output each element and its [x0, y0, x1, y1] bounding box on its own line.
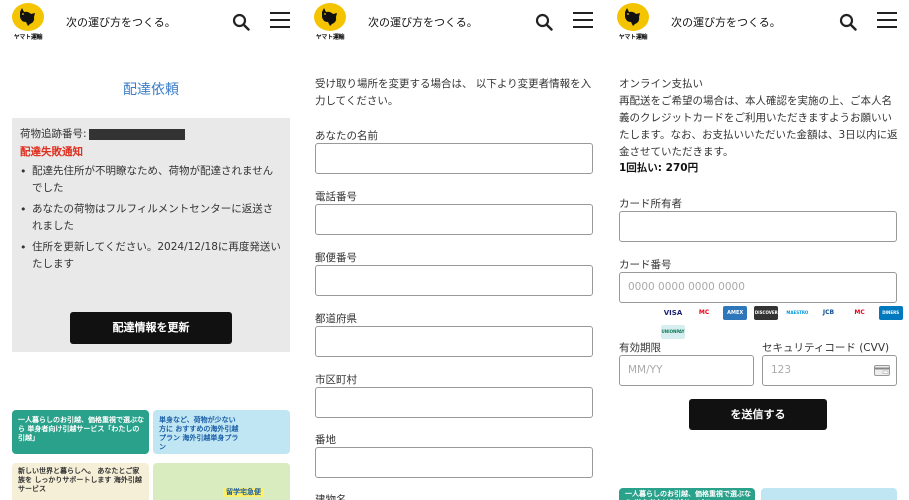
- hamburger-menu-icon[interactable]: [270, 12, 290, 30]
- hamburger-menu-icon[interactable]: [573, 12, 593, 30]
- amex-icon: AMEX: [723, 306, 748, 320]
- promo-banner[interactable]: 一人暮らしのお引越、価格重視で選ぶなら 単身者向け引越サービス: [619, 488, 755, 500]
- tracking-number: 荷物追跡番号:: [20, 126, 185, 141]
- city-label: 市区町村: [315, 374, 357, 386]
- brand-name: ヤマト運輸: [315, 34, 345, 41]
- cvv-field[interactable]: 123: [762, 355, 897, 386]
- notice-item: 配達先住所が不明瞭なため、荷物が配達されませんでした: [20, 163, 282, 197]
- site-header: ヤマト運輸 次の運び方をつくる。: [605, 0, 909, 44]
- tagline: 次の運び方をつくる。: [368, 16, 478, 29]
- card-number-field[interactable]: 0000 0000 0000 0000: [619, 272, 897, 303]
- expiry-label: 有効期限: [619, 342, 661, 354]
- cvv-placeholder: 123: [771, 364, 792, 376]
- search-icon[interactable]: [535, 13, 553, 31]
- promo-banner[interactable]: 新しい世界と暮らしへ。 あなたとご家族を しっかりサポートします 海外引越サービ…: [12, 463, 149, 500]
- street-label: 番地: [315, 434, 336, 446]
- name-label: あなたの名前: [315, 130, 378, 142]
- mastercard-icon: MC: [847, 306, 872, 320]
- cat-icon: [625, 8, 640, 26]
- postal-code-label: 郵便番号: [315, 252, 357, 264]
- building-label: 建物名: [315, 494, 347, 500]
- yamato-logo[interactable]: ヤマト運輸: [312, 3, 348, 41]
- jcb-icon: JCB: [816, 306, 841, 320]
- cardholder-field[interactable]: [619, 211, 897, 242]
- banner-text: 一人暮らしのお引越、価格重視で選ぶなら 単身者向け引越サービス「わたしの引越」: [18, 416, 144, 442]
- banner-text: 留学宅急便: [223, 488, 264, 497]
- prefecture-field[interactable]: [315, 326, 593, 357]
- payment-fee: 1回払い: 270円: [619, 162, 699, 174]
- tagline: 次の運び方をつくる。: [66, 16, 176, 29]
- notice-item: 住所を更新してください。2024/12/18に再度発送いたします: [20, 239, 282, 273]
- maestro-icon: MAESTRO: [785, 306, 810, 320]
- cardholder-label: カード所有者: [619, 198, 682, 210]
- cvv-label: セキュリティコード (CVV): [762, 342, 890, 354]
- payment-heading: オンライン支払い: [619, 78, 703, 90]
- site-header: ヤマト運輸 次の運び方をつくる。: [0, 0, 302, 44]
- cat-icon: [322, 8, 337, 26]
- mastercard-icon: MC: [692, 306, 717, 320]
- expiry-field[interactable]: MM/YY: [619, 355, 754, 386]
- search-icon[interactable]: [839, 13, 857, 31]
- diners-club-icon: DINERS: [878, 306, 903, 320]
- tracking-label: 荷物追跡番号:: [20, 128, 87, 140]
- visa-icon: VISA: [661, 306, 685, 320]
- banner-text: 新しい世界と暮らしへ。 あなたとご家族を しっかりサポートします 海外引越サービ…: [18, 467, 142, 493]
- banner-text: 一人暮らしのお引越、価格重視で選ぶなら 単身者向け引越サービス: [625, 490, 751, 500]
- prefecture-label: 都道府県: [315, 313, 357, 325]
- banner-text: 単身など、荷物が少ない方に おすすめの海外引越プラン 海外引越単身プラン: [159, 416, 239, 451]
- delivery-notice-panel: ヤマト運輸 次の運び方をつくる。 配達依頼 荷物追跡番号: 配達失敗通知 配達先…: [0, 0, 302, 500]
- payment-text: オンライン支払い 再配送をご希望の場合は、本人確認を実施の上、ご本人名義のクレジ…: [619, 76, 901, 161]
- promo-banner[interactable]: [761, 488, 897, 500]
- form-intro: 受け取り場所を変更する場合は、 以下より変更者情報を入力してください。: [315, 78, 592, 107]
- discover-icon: DISCOVER: [754, 306, 779, 320]
- postal-code-field[interactable]: [315, 265, 593, 296]
- name-field[interactable]: [315, 143, 593, 174]
- card-brand-icons: VISA MC AMEX DISCOVER MAESTRO JCB MC DIN…: [661, 306, 909, 339]
- city-field[interactable]: [315, 387, 593, 418]
- failure-notice-label: 配達失敗通知: [20, 146, 83, 158]
- yamato-logo[interactable]: ヤマト運輸: [10, 3, 46, 41]
- search-icon[interactable]: [232, 13, 250, 31]
- page-title: 配達依頼: [123, 82, 179, 98]
- notice-box: 荷物追跡番号: 配達失敗通知 配達先住所が不明瞭なため、荷物が配達されませんでし…: [12, 118, 290, 352]
- cvv-card-icon: [874, 365, 890, 376]
- unionpay-icon: UNIONPAY: [661, 325, 685, 339]
- redacted-tracking-value: [88, 128, 185, 140]
- promo-banner[interactable]: 一人暮らしのお引越、価格重視で選ぶなら 単身者向け引越サービス「わたしの引越」: [12, 410, 149, 454]
- phone-label: 電話番号: [315, 191, 357, 203]
- phone-field[interactable]: [315, 204, 593, 235]
- submit-payment-button[interactable]: を送信する: [689, 399, 827, 430]
- card-number-label: カード番号: [619, 259, 672, 271]
- brand-name: ヤマト運輸: [13, 34, 43, 41]
- update-delivery-button[interactable]: 配達情報を更新: [70, 312, 232, 344]
- notice-list: 配達先住所が不明瞭なため、荷物が配達されませんでした あなたの荷物はフルフィルメ…: [20, 163, 282, 277]
- address-form-panel: ヤマト運輸 次の運び方をつくる。 受け取り場所を変更する場合は、 以下より変更者…: [302, 0, 605, 500]
- hamburger-menu-icon[interactable]: [877, 12, 897, 30]
- payment-panel: ヤマト運輸 次の運び方をつくる。 オンライン支払い 再配送をご希望の場合は、本人…: [605, 0, 909, 500]
- street-field[interactable]: [315, 447, 593, 478]
- tagline: 次の運び方をつくる。: [671, 16, 781, 29]
- site-header: ヤマト運輸 次の運び方をつくる。: [302, 0, 605, 44]
- yamato-logo[interactable]: ヤマト運輸: [615, 3, 651, 41]
- notice-item: あなたの荷物はフルフィルメントセンターに返送されました: [20, 201, 282, 235]
- brand-name: ヤマト運輸: [618, 34, 648, 41]
- promo-banner[interactable]: 留学宅急便: [153, 463, 290, 500]
- cat-icon: [20, 8, 35, 26]
- promo-banner[interactable]: 単身など、荷物が少ない方に おすすめの海外引越プラン 海外引越単身プラン: [153, 410, 290, 454]
- payment-body: 再配送をご希望の場合は、本人確認を実施の上、ご本人名義のクレジットカードをご利用…: [619, 95, 898, 158]
